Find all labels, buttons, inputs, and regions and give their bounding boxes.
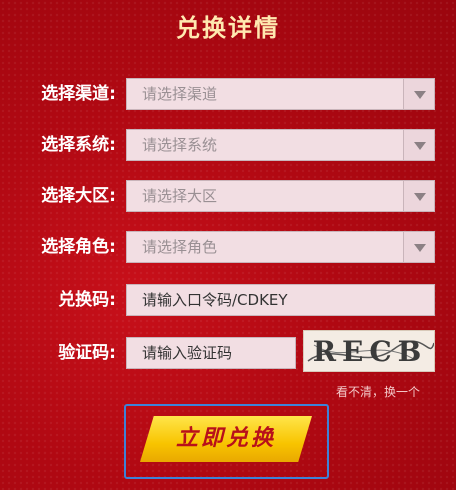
refresh-captcha-link[interactable]: 看不清，换一个	[336, 383, 420, 400]
code-input[interactable]: 请输入口令码/CDKEY	[126, 284, 435, 316]
captcha-image[interactable]: RECB	[303, 330, 435, 372]
captcha-text: RECB	[312, 335, 428, 368]
channel-label: 选择渠道:	[41, 84, 116, 104]
captcha-input[interactable]: 请输入验证码	[126, 337, 296, 369]
system-select[interactable]: 请选择系统	[126, 129, 435, 161]
role-select[interactable]: 请选择角色	[126, 231, 435, 263]
dropdown-arrow-icon[interactable]	[403, 79, 434, 109]
system-placeholder: 请选择系统	[142, 136, 218, 154]
dropdown-arrow-icon[interactable]	[403, 130, 434, 160]
region-row: 选择大区: 请选择大区	[0, 180, 456, 212]
role-label: 选择角色:	[41, 237, 116, 257]
role-placeholder: 请选择角色	[142, 238, 218, 256]
role-row: 选择角色: 请选择角色	[0, 231, 456, 263]
redeem-button-label: 立即兑换	[175, 426, 276, 451]
channel-select[interactable]: 请选择渠道	[126, 78, 435, 110]
system-row: 选择系统: 请选择系统	[0, 129, 456, 161]
dropdown-arrow-icon[interactable]	[403, 232, 434, 262]
captcha-label: 验证码:	[58, 343, 116, 363]
dropdown-arrow-icon[interactable]	[403, 181, 434, 211]
region-label: 选择大区:	[41, 186, 116, 206]
page-title: 兑换详情	[176, 13, 280, 42]
system-label: 选择系统:	[41, 135, 116, 155]
channel-row: 选择渠道: 请选择渠道	[0, 78, 456, 110]
code-label: 兑换码:	[58, 290, 116, 310]
channel-placeholder: 请选择渠道	[142, 85, 218, 103]
code-row: 兑换码: 请输入口令码/CDKEY	[0, 284, 456, 316]
region-placeholder: 请选择大区	[142, 187, 218, 205]
region-select[interactable]: 请选择大区	[126, 180, 435, 212]
redeem-button[interactable]: 立即兑换	[140, 416, 312, 462]
